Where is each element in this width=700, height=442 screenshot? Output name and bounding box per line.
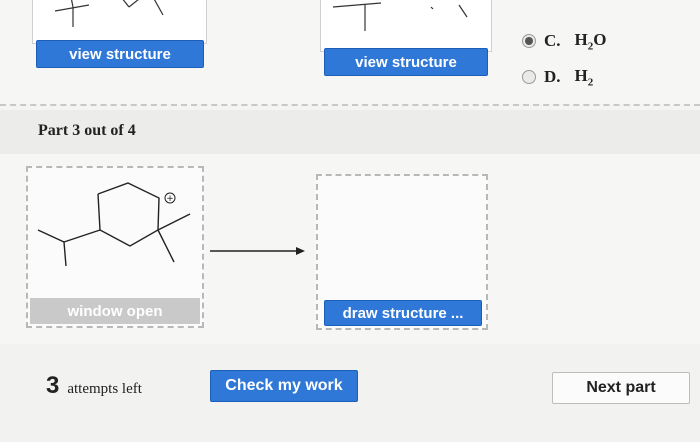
view-structure-button-right[interactable]: view structure (324, 48, 488, 76)
reaction-arrow-icon (210, 247, 305, 255)
product-drawing-box[interactable]: draw structure ... (316, 174, 488, 330)
choice-letter: D. (544, 67, 561, 87)
formula-sub: 2 (587, 76, 594, 89)
attempts-label: attempts left (67, 381, 142, 397)
radio-dot (525, 37, 533, 46)
choice-d[interactable]: D. H2 (522, 66, 593, 88)
choice-c[interactable]: C. H2O (522, 30, 607, 52)
radio-button-selected[interactable] (522, 34, 536, 49)
next-part-button[interactable]: Next part (552, 372, 690, 404)
structure-thumbnail-right (320, 0, 492, 52)
structure-thumbnail-left (32, 0, 207, 44)
radio-button[interactable] (522, 70, 536, 85)
attempts-indicator: 3 attempts left (46, 372, 142, 400)
attempts-count: 3 (46, 372, 60, 399)
check-my-work-button[interactable]: Check my work (210, 370, 358, 402)
view-structure-button-left[interactable]: view structure (36, 40, 204, 68)
structure-fragment-right (332, 2, 468, 31)
reactant-structure-box: + window open (26, 166, 204, 328)
charge-symbol: + (166, 194, 174, 204)
window-open-button: window open (30, 298, 200, 324)
formula-main: H (574, 66, 588, 85)
choice-letter: C. (544, 31, 561, 51)
draw-structure-button[interactable]: draw structure ... (324, 300, 482, 326)
structure-fragment-left (54, 0, 164, 27)
choice-formula: H2O (575, 30, 607, 52)
formula-tail: O (593, 30, 607, 49)
section-divider (0, 104, 700, 106)
part-title: Part 3 out of 4 (38, 122, 136, 139)
choice-formula: H2 (575, 66, 594, 88)
formula-main: H (574, 30, 588, 49)
